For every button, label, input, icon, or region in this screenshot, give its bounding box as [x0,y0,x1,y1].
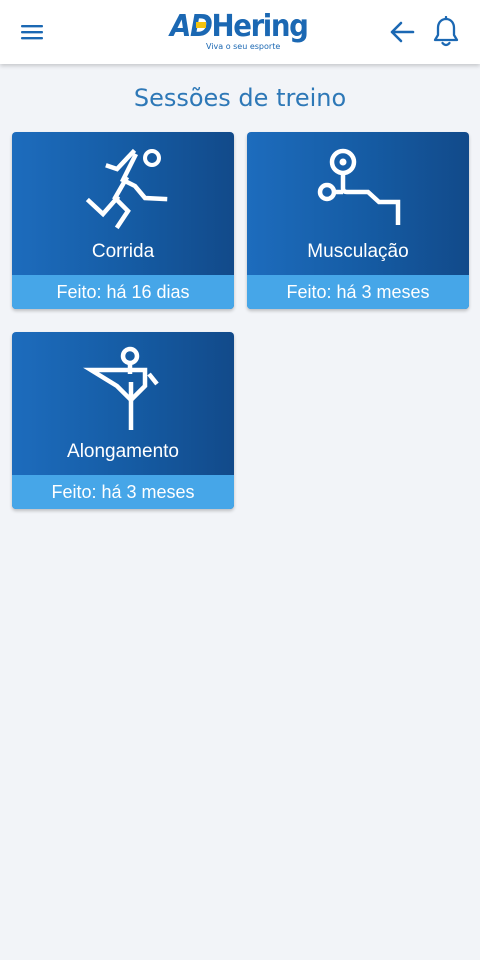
logo-accent-mark [196,22,206,28]
session-label: Alongamento [67,441,179,462]
hamburger-menu-icon [21,25,43,40]
runner-icon [85,148,168,230]
app-bar: ADHering Viva o seu esporte [0,0,480,64]
weight-bench-icon [317,148,401,225]
session-card-musculacao[interactable]: Musculação Feito: há 3 meses [247,132,469,309]
session-label: Musculação [307,241,409,262]
logo-hering: Hering [211,9,309,44]
session-card-alongamento[interactable]: Alongamento Feito: há 3 meses [12,332,234,509]
logo-wordmark: ADHering [170,9,309,44]
menu-button[interactable] [14,14,50,50]
session-card-corrida[interactable]: Corrida Feito: há 16 dias [12,132,234,309]
session-label: Corrida [91,241,155,262]
page-title: Sessões de treino [133,84,347,112]
session-status: Feito: há 3 meses [12,475,234,509]
notifications-button[interactable] [428,13,464,51]
stretching-icon [83,346,159,430]
logo-tagline: Viva o seu esporte [206,42,281,51]
back-button[interactable] [384,14,420,50]
session-status: Feito: há 16 dias [12,275,234,309]
bell-icon [433,16,459,47]
arrow-left-icon [390,21,415,43]
session-status: Feito: há 3 meses [247,275,469,309]
brand-logo: ADHering Viva o seu esporte [170,10,310,54]
